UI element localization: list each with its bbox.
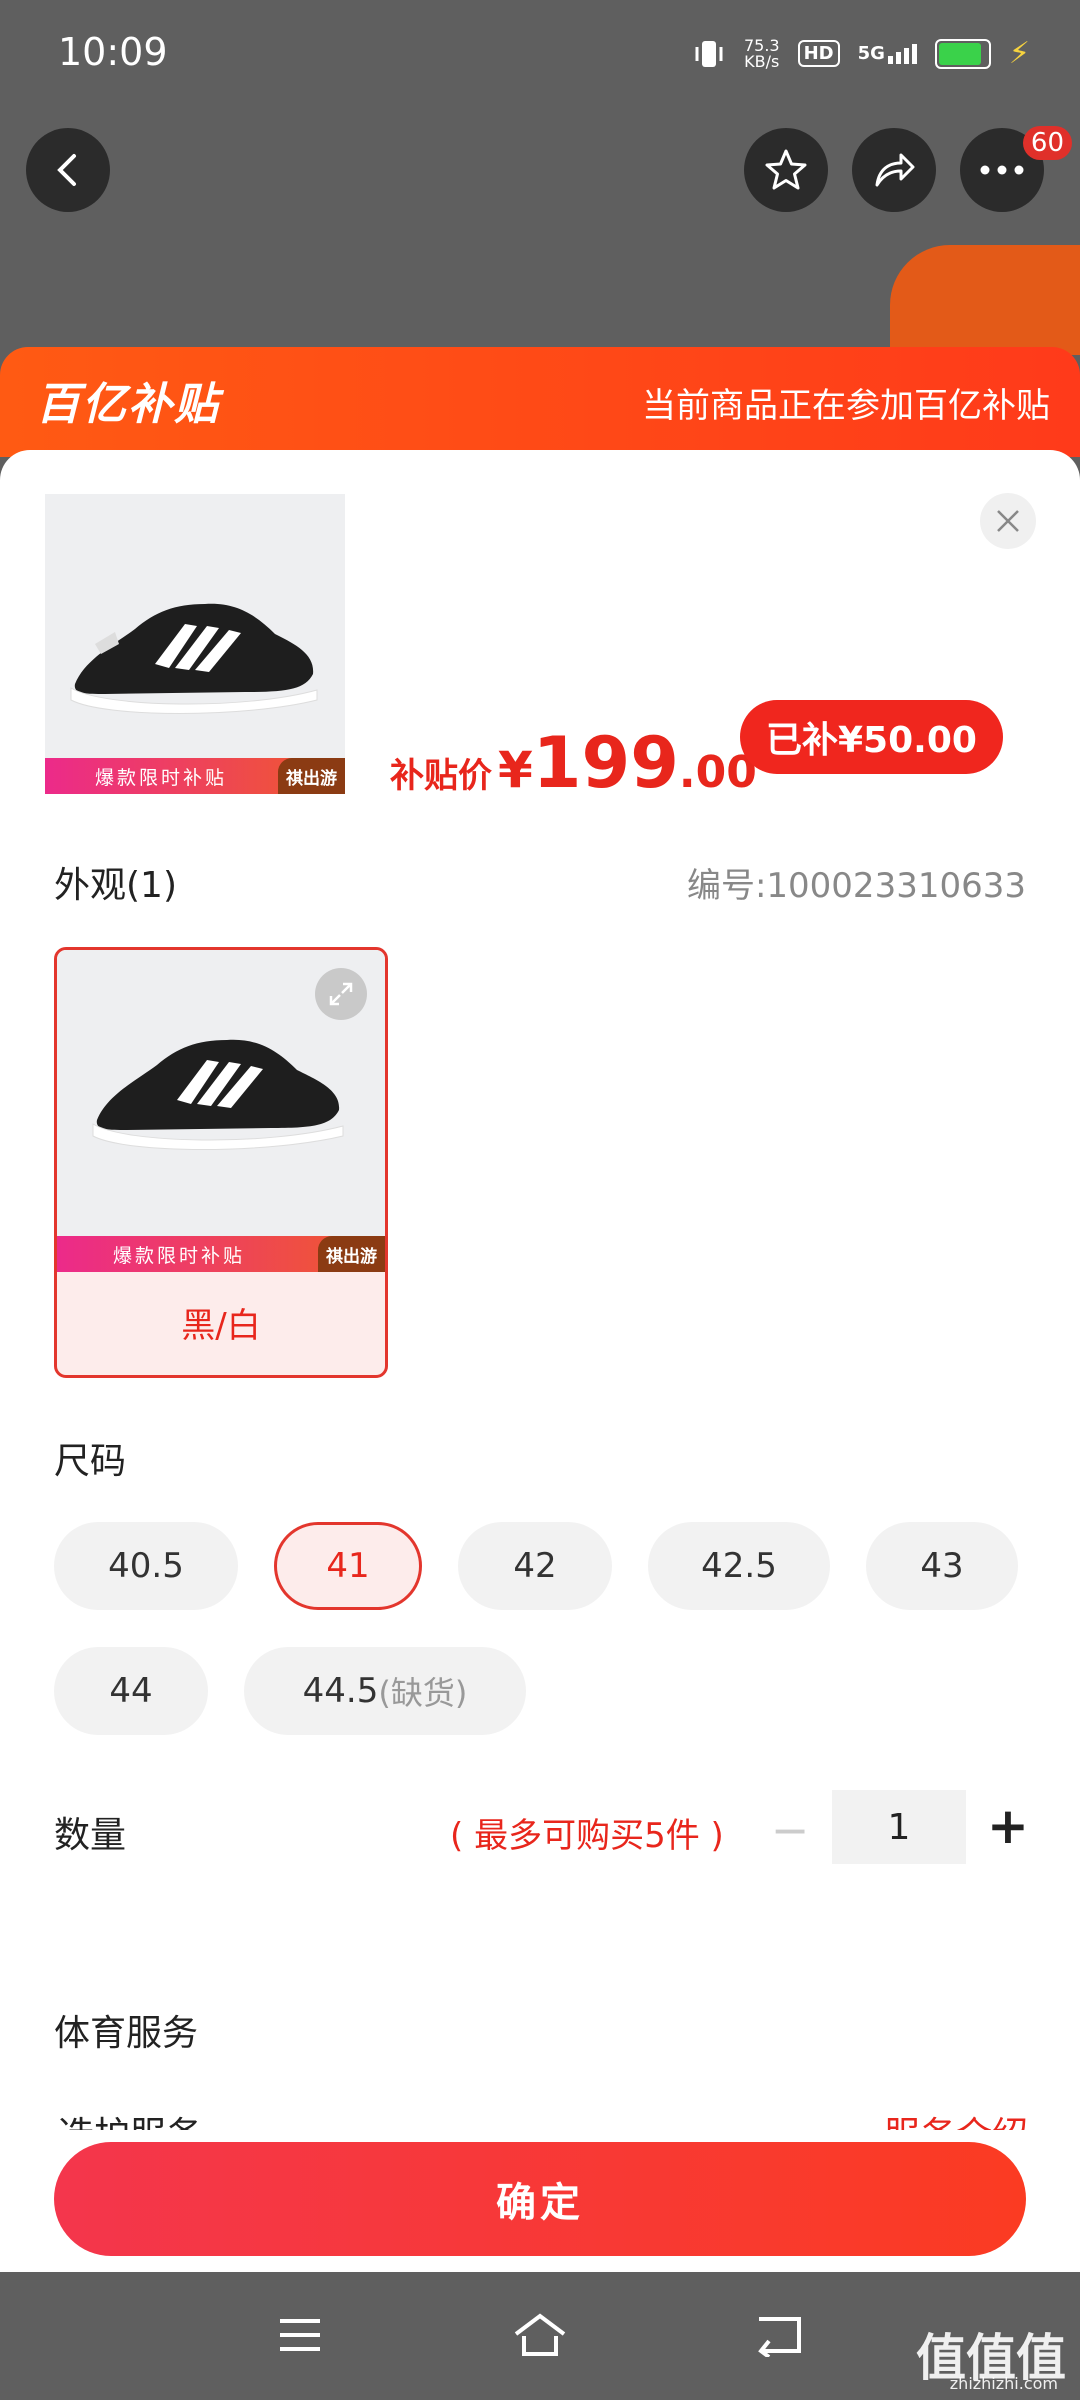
menu-icon xyxy=(280,2319,320,2351)
status-time: 10:09 xyxy=(58,30,168,74)
star-icon xyxy=(765,149,807,190)
status-icons: 75.3 KB/s HD 5G ⚡ xyxy=(692,36,1030,71)
out-of-stock-note: (缺货) xyxy=(378,1674,468,1712)
more-dots-icon xyxy=(980,165,1024,175)
confirm-button[interactable]: 确定 xyxy=(54,2142,1026,2256)
variant-label: 黑/白 xyxy=(181,1305,261,1346)
back-icon xyxy=(758,2317,801,2357)
variant-option-black-white[interactable]: 爆款限时补贴 祺出游 黑/白 xyxy=(54,947,388,1378)
net-speed: 75.3 KB/s xyxy=(743,35,780,71)
size-option-44[interactable]: 44 xyxy=(54,1647,208,1735)
appearance-title: 外观(1) xyxy=(54,865,177,906)
share-icon xyxy=(875,153,915,187)
service-item-row[interactable]: 选护服务 服务介绍 xyxy=(58,2106,1028,2130)
quantity-limit: ( 最多可购买5件 ) xyxy=(450,1816,724,1856)
promo-strip: 爆款限时补贴 祺出游 xyxy=(57,1235,385,1272)
product-thumbnail[interactable]: 爆款限时补贴 祺出游 xyxy=(45,494,345,794)
quantity-value[interactable]: 1 xyxy=(832,1790,966,1864)
size-option-41[interactable]: 41 xyxy=(274,1522,422,1610)
more-badge: 60 xyxy=(1022,126,1072,160)
size-option-42-5[interactable]: 42.5 xyxy=(648,1522,830,1610)
share-button[interactable] xyxy=(852,128,936,212)
promo-strip: 爆款限时补贴 祺出游 xyxy=(45,757,345,794)
size-option-43[interactable]: 43 xyxy=(866,1522,1018,1610)
home-nav-button[interactable] xyxy=(510,2300,570,2370)
hd-badge: HD xyxy=(797,40,840,67)
quantity-increment-button[interactable]: + xyxy=(987,1796,1029,1856)
size-option-40-5[interactable]: 40.5 xyxy=(54,1522,238,1610)
background-subsidy-logo xyxy=(890,245,1080,355)
expand-icon[interactable] xyxy=(315,968,367,1020)
quantity-title: 数量 xyxy=(54,1815,127,1856)
chevron-left-icon xyxy=(57,154,76,186)
battery-icon xyxy=(934,38,991,69)
charging-icon: ⚡ xyxy=(1008,36,1030,71)
watermark-domain: zhizhizhi.com xyxy=(949,2374,1058,2393)
size-option-44-5[interactable]: 44.5 (缺货) xyxy=(244,1647,526,1735)
subsidy-price: 补贴价 ¥ 199 .00 xyxy=(390,722,757,804)
favorite-button[interactable] xyxy=(744,128,828,212)
service-item-label: 选护服务 xyxy=(58,2106,202,2130)
subsidy-message: 当前商品正在参加百亿补贴 xyxy=(642,386,1050,426)
subsidy-logo: 百亿补贴 xyxy=(36,379,220,430)
variant-image: 爆款限时补贴 祺出游 xyxy=(57,950,385,1272)
back-button[interactable] xyxy=(26,128,110,212)
service-intro-link[interactable]: 服务介绍 xyxy=(884,2106,1028,2130)
close-icon xyxy=(997,510,1019,532)
close-button[interactable] xyxy=(980,493,1036,549)
menu-nav-button[interactable] xyxy=(270,2300,330,2370)
size-title: 尺码 xyxy=(54,1441,127,1482)
back-nav-button[interactable] xyxy=(750,2300,810,2370)
shoe-image xyxy=(70,603,318,714)
size-option-42[interactable]: 42 xyxy=(458,1522,612,1610)
signal-icon: 5G xyxy=(858,43,917,64)
vibrate-icon xyxy=(695,40,723,67)
sku-code: 编号:100023310633 xyxy=(686,866,1026,906)
subsidy-amount-badge: 已补¥50.00 xyxy=(740,700,1003,774)
home-icon xyxy=(514,2313,566,2356)
quantity-decrement-button[interactable]: − xyxy=(770,1800,810,1860)
sports-service-title: 体育服务 xyxy=(54,2013,199,2054)
